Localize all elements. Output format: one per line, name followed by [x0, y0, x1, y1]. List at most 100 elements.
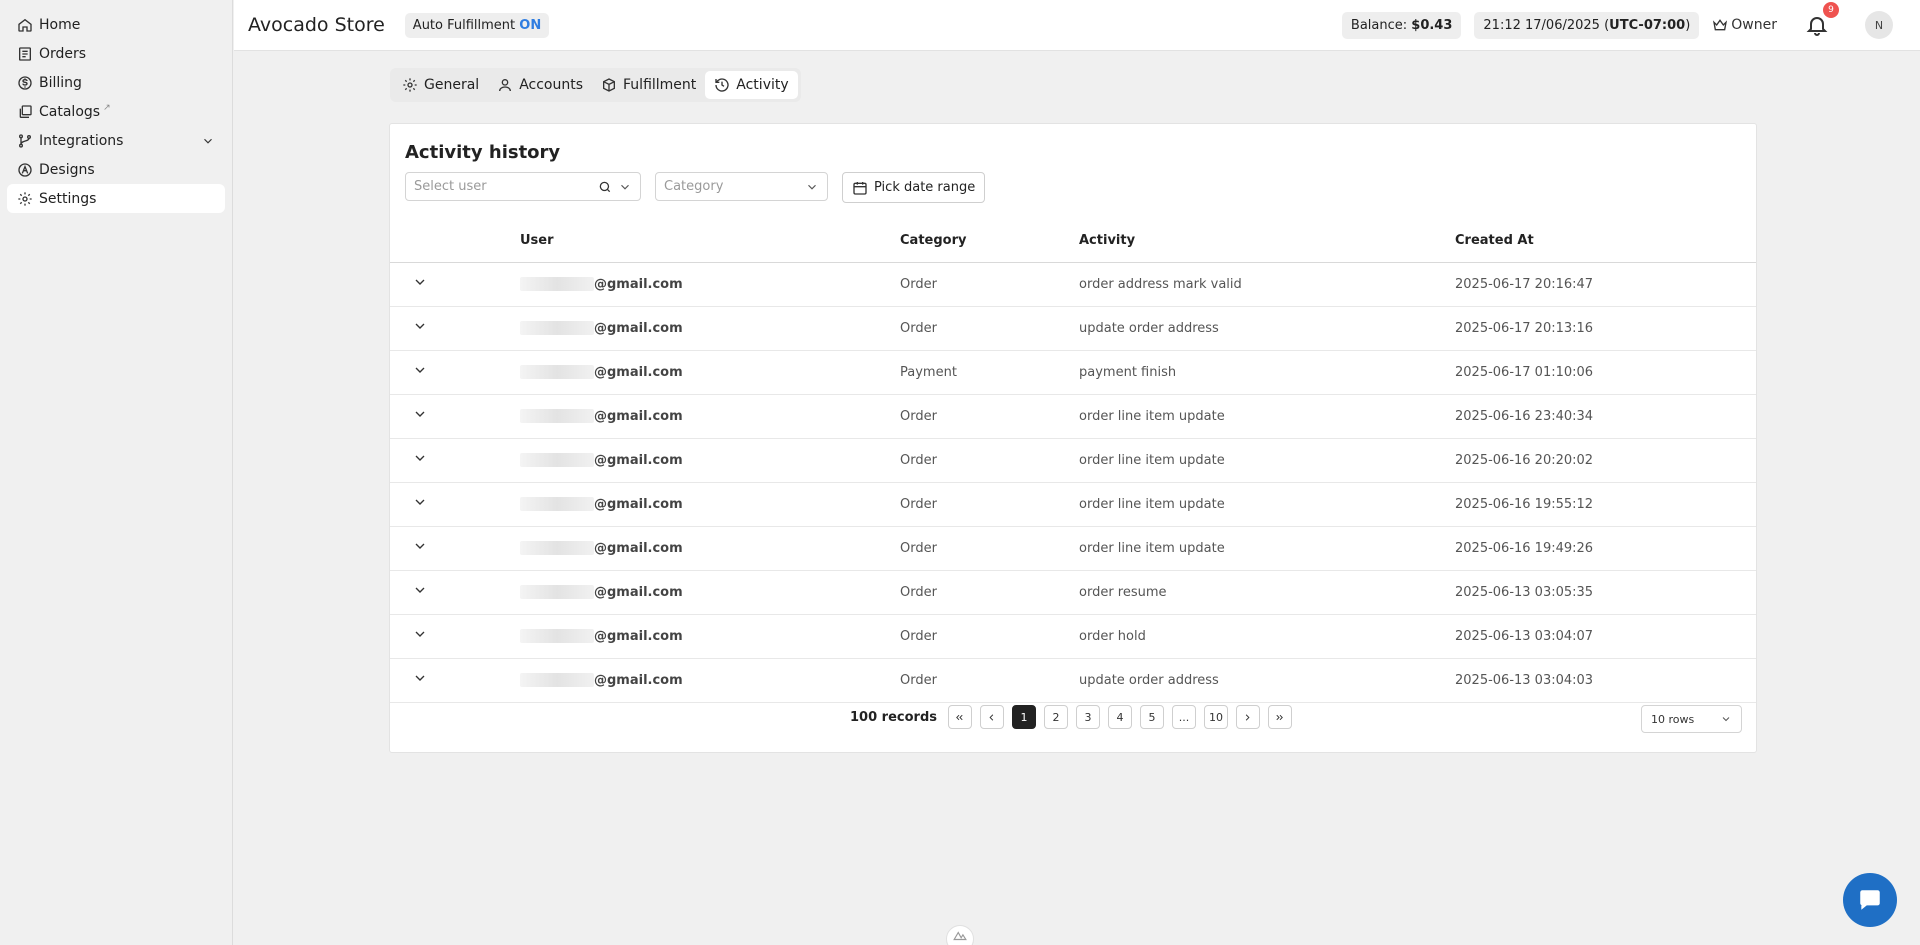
tab-general[interactable]: General: [393, 71, 488, 99]
created-at-cell: 2025-06-16 19:55:12: [1455, 482, 1756, 527]
prev-page-button[interactable]: [979, 705, 1004, 729]
expand-cell[interactable]: [390, 262, 520, 307]
notifications-button[interactable]: 9: [1805, 2, 1839, 37]
column-header-activity[interactable]: Activity: [1079, 220, 1455, 263]
tab-activity[interactable]: Activity: [705, 71, 798, 99]
chevron-down-icon[interactable]: [412, 362, 428, 378]
expand-cell[interactable]: [390, 526, 520, 571]
user-email: @gmail.com: [594, 408, 683, 424]
column-header-created-at[interactable]: Created At: [1455, 220, 1756, 263]
chevron-down-icon[interactable]: [412, 494, 428, 510]
sidebar-item-catalogs[interactable]: Catalogs ↗: [7, 97, 225, 126]
column-header-user[interactable]: User: [520, 220, 900, 263]
owner-role[interactable]: Owner: [1712, 17, 1777, 33]
header-right: Balance: $0.43 21:12 17/06/2025 (UTC-07:…: [1341, 2, 1920, 39]
activity-cell: order line item update: [1079, 438, 1455, 483]
category-filter-placeholder: Category: [664, 179, 724, 194]
pick-date-range-button[interactable]: Pick date range: [842, 172, 986, 203]
sidebar-item-home[interactable]: Home: [7, 10, 225, 39]
chevron-right-icon: [1246, 713, 1251, 721]
column-header-category[interactable]: Category: [900, 220, 1079, 263]
last-page-button[interactable]: [1267, 705, 1292, 729]
tab-fulfillment[interactable]: Fulfillment: [592, 71, 705, 99]
tab-label: General: [424, 77, 480, 93]
chevron-down-icon[interactable]: [412, 582, 428, 598]
auto-fulfillment-badge[interactable]: Auto Fulfillment ON: [404, 12, 550, 38]
expand-cell[interactable]: [390, 658, 520, 703]
table-row[interactable]: @gmail.com Order order line item update 202…: [390, 438, 1756, 483]
chat-icon: [1860, 890, 1880, 910]
expand-cell[interactable]: [390, 570, 520, 615]
user-cell: @gmail.com: [520, 394, 900, 439]
page-button-10[interactable]: 10: [1203, 705, 1228, 729]
chevron-down-icon[interactable]: [412, 318, 428, 334]
sidebar-item-orders[interactable]: Orders: [7, 39, 225, 68]
store-name[interactable]: Avocado Store: [248, 14, 385, 36]
page-ellipsis-button[interactable]: ...: [1171, 705, 1196, 729]
expand-cell[interactable]: [390, 350, 520, 395]
chevron-down-icon[interactable]: [412, 274, 428, 290]
rows-per-page-select[interactable]: 10 rows: [1641, 705, 1742, 733]
avatar[interactable]: N: [1865, 11, 1893, 39]
user-cell: @gmail.com: [520, 438, 900, 483]
table-row[interactable]: @gmail.com Order update order address 2025-…: [390, 306, 1756, 351]
activity-cell: order line item update: [1079, 482, 1455, 527]
sidebar-item-label: Home: [39, 16, 81, 33]
user-email: @gmail.com: [594, 540, 683, 556]
tab-accounts[interactable]: Accounts: [488, 71, 592, 99]
chevron-down-icon[interactable]: [412, 450, 428, 466]
first-page-button[interactable]: [947, 705, 972, 729]
page-button-3[interactable]: 3: [1075, 705, 1100, 729]
expand-cell[interactable]: [390, 482, 520, 527]
redacted-username: [520, 409, 594, 423]
user-cell: @gmail.com: [520, 570, 900, 615]
chevron-down-icon[interactable]: [412, 626, 428, 642]
table-row[interactable]: @gmail.com Order order address mark valid 2…: [390, 262, 1756, 307]
table-row[interactable]: @gmail.com Payment payment finish 2025-06-1…: [390, 350, 1756, 395]
chevron-down-icon[interactable]: [201, 134, 215, 148]
next-page-button[interactable]: [1235, 705, 1260, 729]
chevron-down-icon[interactable]: [412, 670, 428, 686]
user-email: @gmail.com: [594, 496, 683, 512]
table-row[interactable]: @gmail.com Order order hold 2025-06-13 03:0…: [390, 614, 1756, 659]
chevron-down-icon[interactable]: [412, 538, 428, 554]
redacted-username: [520, 585, 594, 599]
balance-pill[interactable]: Balance: $0.43: [1341, 11, 1462, 39]
page-button-1[interactable]: 1: [1011, 705, 1036, 729]
user-filter-select[interactable]: Select user: [405, 172, 641, 201]
sidebar-item-billing[interactable]: Billing: [7, 68, 225, 97]
sidebar-item-settings[interactable]: Settings: [7, 184, 225, 213]
chat-support-button[interactable]: [1843, 873, 1897, 927]
table-row[interactable]: @gmail.com Order order line item update 202…: [390, 482, 1756, 527]
page-button-2[interactable]: 2: [1043, 705, 1068, 729]
page-button-5[interactable]: 5: [1139, 705, 1164, 729]
settings-tabs: General Accounts Fulfillment Activity: [390, 68, 801, 102]
records-count: 100 records: [850, 709, 937, 725]
user-cell: @gmail.com: [520, 306, 900, 351]
table-row[interactable]: @gmail.com Order order line item update 202…: [390, 526, 1756, 571]
category-filter-select[interactable]: Category: [655, 172, 828, 201]
activity-cell: order address mark valid: [1079, 262, 1455, 307]
table-row[interactable]: @gmail.com Order update order address 2025-…: [390, 658, 1756, 703]
balance-value: $0.43: [1411, 17, 1453, 33]
double-chevron-left-icon: [956, 714, 964, 720]
expand-cell[interactable]: [390, 394, 520, 439]
expand-cell[interactable]: [390, 614, 520, 659]
chevron-down-icon: [621, 184, 629, 190]
category-cell: Order: [900, 614, 1079, 659]
table-header-row: User Category Activity Created At: [390, 220, 1756, 263]
expand-cell[interactable]: [390, 438, 520, 483]
notification-count-badge: 9: [1823, 2, 1839, 18]
orders-icon: [19, 46, 31, 61]
sidebar-item-integrations[interactable]: Integrations: [7, 126, 225, 155]
expand-cell[interactable]: [390, 306, 520, 351]
page-button-4[interactable]: 4: [1107, 705, 1132, 729]
activity-cell: order line item update: [1079, 526, 1455, 571]
sidebar-item-designs[interactable]: Designs: [7, 155, 225, 184]
devtools-toggle[interactable]: [946, 925, 974, 945]
table-row[interactable]: @gmail.com Order order line item update 202…: [390, 394, 1756, 439]
chevron-down-icon[interactable]: [412, 406, 428, 422]
table-row[interactable]: @gmail.com Order order resume 2025-06-13 03…: [390, 570, 1756, 615]
sidebar: Home Orders Billing Catalogs ↗ Integrati…: [0, 0, 233, 945]
activity-cell: order resume: [1079, 570, 1455, 615]
